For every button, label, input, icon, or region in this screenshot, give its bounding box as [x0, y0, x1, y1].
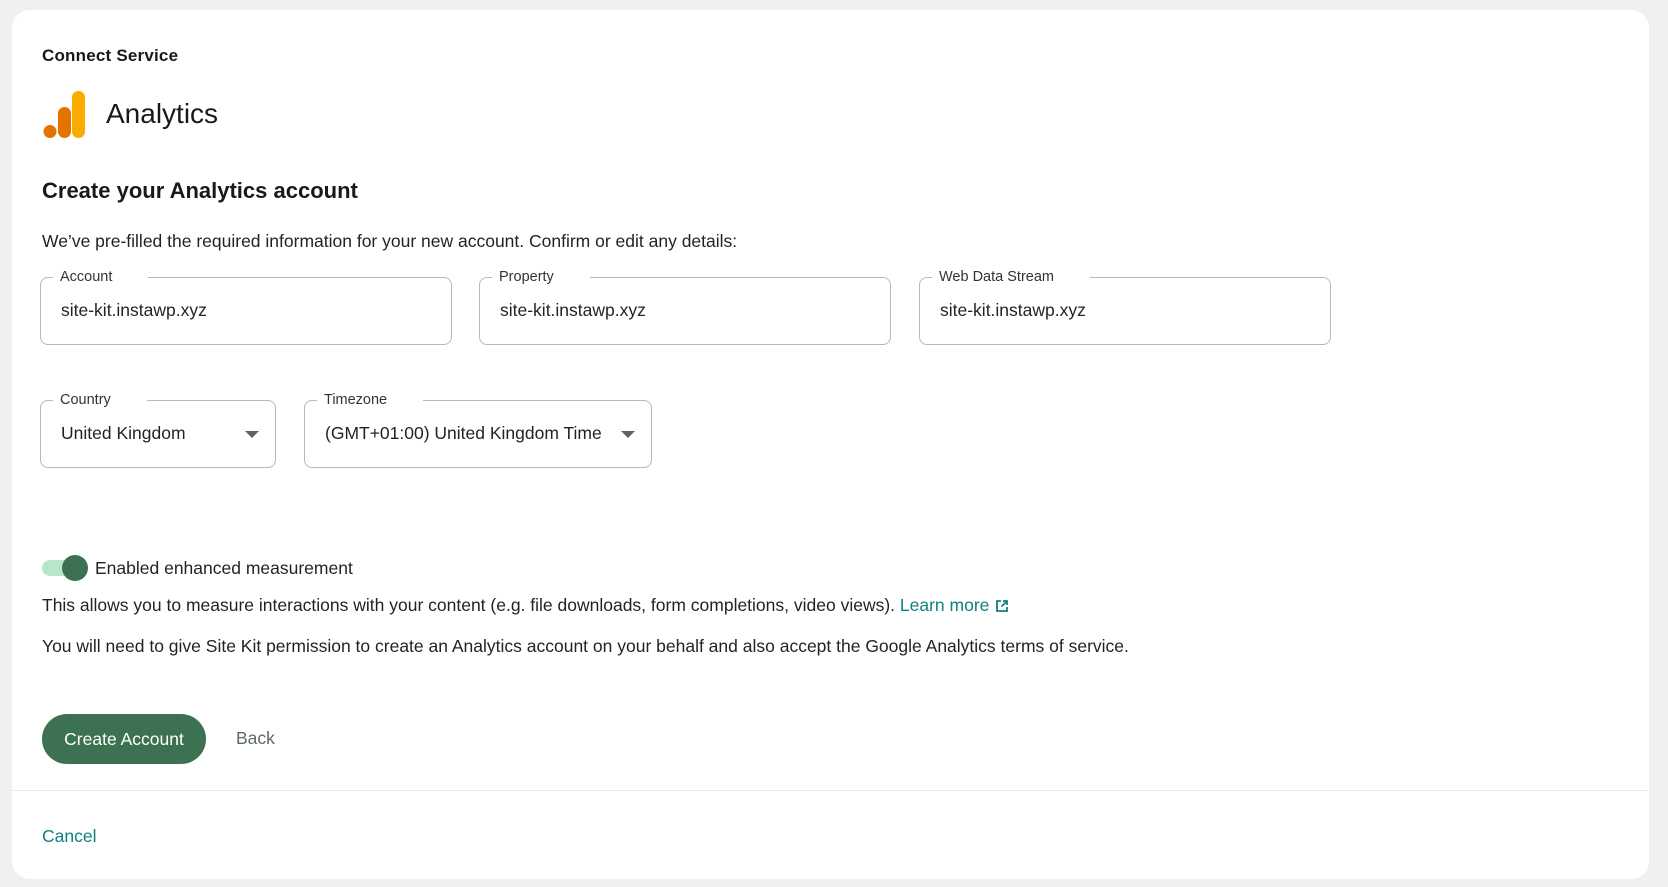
country-select[interactable]: Country United Kingdom: [40, 391, 276, 468]
enhanced-measurement-description: This allows you to measure interactions …: [42, 595, 1009, 618]
service-name: Analytics: [106, 98, 219, 129]
timezone-value: (GMT+01:00) United Kingdom Time: [325, 423, 602, 443]
enhanced-measurement-row: Enabled enhanced measurement: [42, 555, 353, 581]
chevron-down-icon: [621, 431, 635, 438]
web-data-stream-field[interactable]: Web Data Stream site-kit.instawp.xyz: [919, 268, 1331, 345]
cancel-link[interactable]: Cancel: [42, 826, 96, 847]
property-label: Property: [492, 268, 590, 286]
create-account-button[interactable]: Create Account: [42, 714, 206, 764]
enhanced-measurement-label: Enabled enhanced measurement: [95, 557, 353, 578]
account-field[interactable]: Account site-kit.instawp.xyz: [40, 268, 452, 345]
enhanced-description-text: This allows you to measure interactions …: [42, 595, 896, 615]
timezone-select[interactable]: Timezone (GMT+01:00) United Kingdom Time: [304, 391, 652, 468]
form-intro: We’ve pre-filled the required informatio…: [42, 231, 738, 251]
toggle-thumb: [62, 555, 88, 581]
country-label: Country: [53, 391, 147, 409]
service-brand: Analytics: [42, 86, 218, 142]
footer-divider: [12, 790, 1649, 791]
enhanced-measurement-toggle[interactable]: [42, 555, 88, 581]
google-analytics-logo-icon: [42, 89, 88, 139]
country-value: United Kingdom: [61, 423, 186, 443]
web-data-stream-label: Web Data Stream: [932, 268, 1090, 286]
learn-more-link[interactable]: Learn more: [900, 595, 1010, 615]
property-value: site-kit.instawp.xyz: [500, 300, 646, 320]
account-label: Account: [53, 268, 149, 286]
timezone-label: Timezone: [317, 391, 424, 409]
chevron-down-icon: [245, 431, 259, 438]
external-link-icon: [995, 597, 1009, 618]
back-button[interactable]: Back: [232, 724, 279, 753]
form-heading: Create your Analytics account: [42, 178, 358, 203]
permission-note: You will need to give Site Kit permissio…: [42, 636, 1129, 656]
connect-service-card: Connect Service Analytics Create your An…: [12, 10, 1649, 879]
web-data-stream-value: site-kit.instawp.xyz: [940, 300, 1086, 320]
account-value: site-kit.instawp.xyz: [61, 300, 207, 320]
learn-more-label: Learn more: [899, 595, 990, 615]
page-eyebrow: Connect Service: [42, 46, 179, 65]
property-field[interactable]: Property site-kit.instawp.xyz: [479, 268, 891, 345]
